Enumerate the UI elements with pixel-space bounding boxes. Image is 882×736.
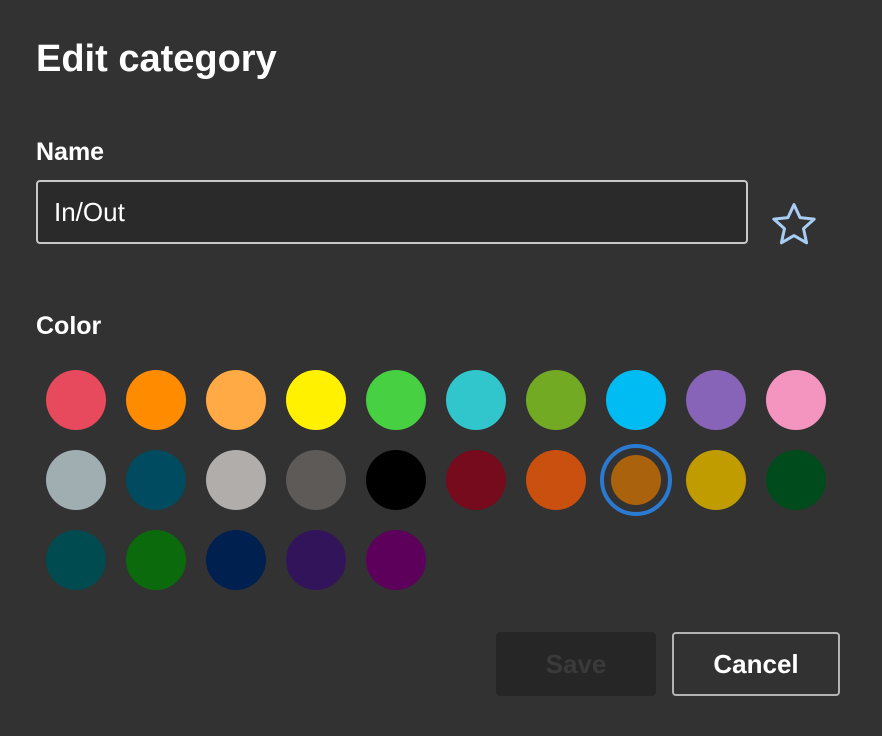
color-swatch[interactable] [760,364,832,436]
color-swatch-dot [46,450,106,510]
star-outline-icon [772,203,816,245]
color-swatch-dot [286,450,346,510]
color-swatch[interactable] [280,444,352,516]
color-swatch-dot [611,455,661,505]
color-swatch[interactable] [200,444,272,516]
color-swatch-dot [686,450,746,510]
color-swatch[interactable] [600,364,672,436]
color-swatch-dot [126,450,186,510]
dialog-title: Edit category [36,38,277,80]
color-swatch[interactable] [40,364,112,436]
color-swatch[interactable] [200,364,272,436]
color-swatch[interactable] [600,444,672,516]
color-label: Color [36,312,102,340]
color-swatch[interactable] [120,444,192,516]
color-swatch[interactable] [280,524,352,596]
color-swatch[interactable] [40,444,112,516]
color-swatch[interactable] [120,364,192,436]
color-swatch-dot [206,450,266,510]
color-swatch-dot [446,370,506,430]
color-swatch[interactable] [440,364,512,436]
color-swatch[interactable] [520,444,592,516]
color-swatch-dot [46,370,106,430]
color-swatch-dot [686,370,746,430]
name-input[interactable] [36,180,748,244]
color-swatch-dot [286,530,346,590]
cancel-button[interactable]: Cancel [672,632,840,696]
color-swatch-dot [46,530,106,590]
color-swatch[interactable] [120,524,192,596]
color-swatch-dot [526,450,586,510]
color-swatch-dot [126,370,186,430]
save-button[interactable]: Save [496,632,656,696]
color-swatch-dot [366,530,426,590]
color-swatch-dot [286,370,346,430]
color-swatch[interactable] [680,364,752,436]
color-swatch-dot [766,370,826,430]
color-swatch-dot [446,450,506,510]
favorite-button[interactable] [764,194,824,254]
color-swatch-dot [606,370,666,430]
color-swatch-dot [206,370,266,430]
name-label: Name [36,138,105,166]
color-swatch[interactable] [520,364,592,436]
color-swatch[interactable] [280,364,352,436]
color-swatch[interactable] [760,444,832,516]
color-swatch[interactable] [360,444,432,516]
edit-category-dialog: Edit category Name Color Save Cancel [0,0,882,736]
color-swatch-dot [766,450,826,510]
color-swatch-dot [366,450,426,510]
color-swatch-dot [366,370,426,430]
color-swatch[interactable] [440,444,512,516]
color-swatch-dot [126,530,186,590]
color-swatch[interactable] [200,524,272,596]
color-swatch[interactable] [680,444,752,516]
color-swatch[interactable] [360,524,432,596]
color-swatch[interactable] [40,524,112,596]
color-swatch-dot [206,530,266,590]
color-swatch[interactable] [360,364,432,436]
color-swatch-dot [526,370,586,430]
